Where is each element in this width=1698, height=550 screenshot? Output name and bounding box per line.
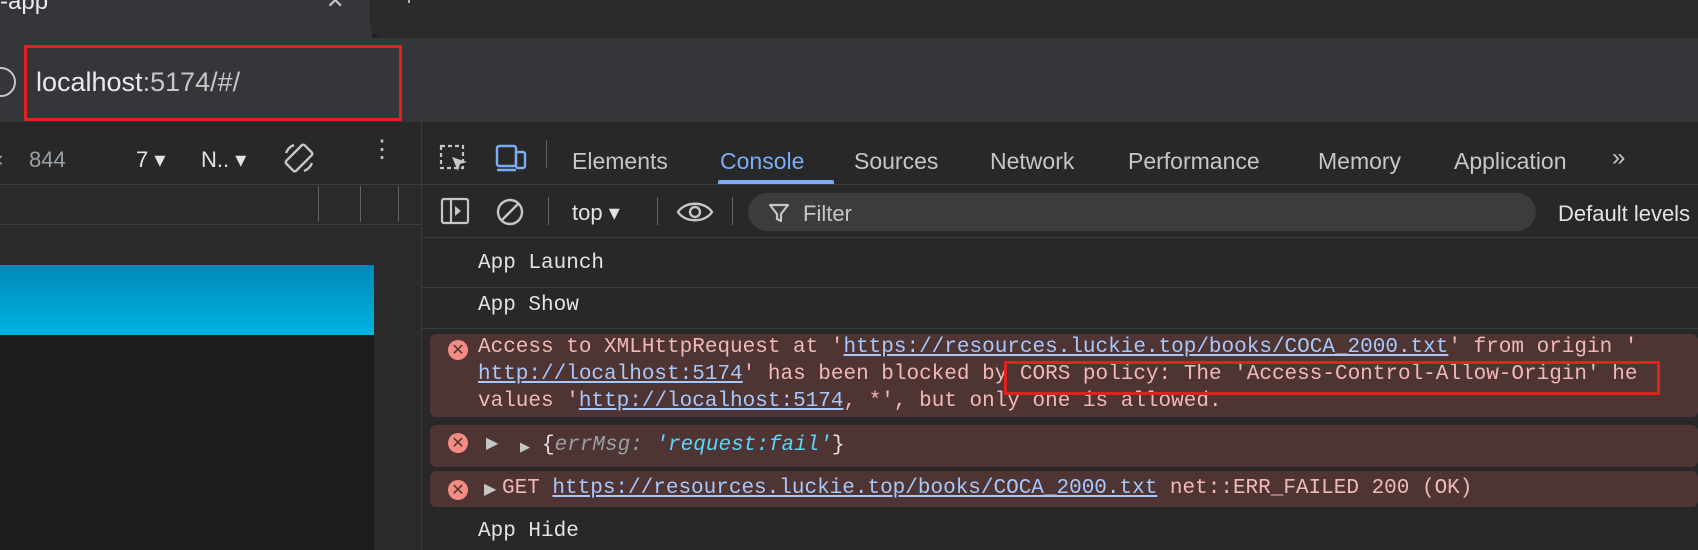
- context-select[interactable]: top ▾: [572, 200, 620, 226]
- network-throttle-select[interactable]: N.. ▾: [201, 147, 246, 173]
- filter-input[interactable]: [748, 193, 1536, 231]
- resource-link[interactable]: https://resources.luckie.top/books/COCA_…: [843, 336, 1448, 359]
- colon: :: [630, 434, 656, 457]
- object-key: errMsg: [554, 434, 631, 457]
- separator: [732, 197, 733, 225]
- active-tab-indicator: [718, 180, 834, 184]
- device-height-input[interactable]: 844: [29, 147, 66, 173]
- error-text: ' has been blocked: [742, 363, 983, 386]
- brace: }: [831, 434, 845, 457]
- tab-sources[interactable]: Sources: [854, 148, 938, 175]
- more-options-icon[interactable]: ⋮: [370, 138, 394, 162]
- clear-console-icon[interactable]: [495, 197, 525, 232]
- error-object[interactable]: {errMsg: 'request:fail'}: [542, 434, 845, 457]
- resource-link[interactable]: https://resources.luckie.top/books/COCA_…: [552, 477, 1157, 500]
- http-method: GET: [502, 477, 553, 500]
- ruler-tick: [360, 186, 361, 222]
- brace: {: [542, 434, 555, 457]
- error-text: values ': [478, 390, 579, 413]
- toggle-device-icon[interactable]: [494, 143, 528, 178]
- error-text: Access to XMLHttpRequest at ': [478, 336, 844, 359]
- network-error-line: GET https://resources.luckie.top/books/C…: [502, 477, 1472, 500]
- tab-close-icon[interactable]: ✕: [326, 0, 344, 14]
- filter-placeholder: Filter: [803, 201, 852, 226]
- log-levels-select[interactable]: Default levels: [1558, 201, 1690, 227]
- origin-link[interactable]: http://localhost:5174: [478, 363, 743, 386]
- cors-highlight-box: [1004, 361, 1660, 395]
- tab-console[interactable]: Console: [720, 148, 804, 175]
- separator: [546, 140, 547, 168]
- filter-icon: [768, 202, 790, 229]
- ruler-tick: [398, 186, 399, 222]
- console-message: App Show: [478, 294, 579, 317]
- expand-object-icon[interactable]: ▶: [520, 440, 530, 455]
- device-ruler: [0, 186, 421, 225]
- error-text: ' from origin ': [1448, 336, 1638, 359]
- rotate-icon[interactable]: [282, 141, 316, 180]
- tab-elements[interactable]: Elements: [572, 148, 668, 175]
- expand-triangle-icon[interactable]: ▶: [486, 433, 498, 452]
- ruler-tick: [318, 186, 319, 222]
- live-expression-eye-icon[interactable]: [676, 199, 714, 230]
- origin-link[interactable]: http://localhost:5174: [579, 390, 844, 413]
- new-tab-button[interactable]: +: [402, 0, 416, 12]
- show-sidebar-icon[interactable]: [440, 197, 470, 230]
- url-highlight-box: [24, 45, 402, 121]
- tab-performance[interactable]: Performance: [1128, 148, 1260, 175]
- tab-strip-empty: [370, 0, 1698, 38]
- expand-triangle-icon[interactable]: ▶: [484, 479, 496, 498]
- device-toolbar-chevron[interactable]: ‹: [0, 146, 3, 172]
- row-separator: [422, 287, 1698, 288]
- tab-network[interactable]: Network: [990, 148, 1074, 175]
- tab-title: -app: [0, 0, 49, 15]
- row-separator: [422, 328, 1698, 329]
- error-line-1: Access to XMLHttpRequest at 'https://res…: [478, 336, 1637, 359]
- tab-application[interactable]: Application: [1454, 148, 1567, 175]
- console-message: App Launch: [478, 252, 605, 275]
- object-value: 'request:fail': [655, 434, 832, 457]
- separator: [548, 197, 549, 225]
- more-tabs-icon[interactable]: »: [1612, 144, 1625, 172]
- tab-memory[interactable]: Memory: [1318, 148, 1401, 175]
- error-icon: ✕: [448, 433, 468, 453]
- browser-tab[interactable]: [0, 0, 372, 38]
- app-header-bar: [0, 265, 374, 335]
- device-zoom-select[interactable]: 7 ▾: [136, 147, 165, 173]
- error-status: net::ERR_FAILED 200 (OK): [1157, 477, 1473, 500]
- console-message: App Hide: [478, 520, 579, 543]
- error-icon: ✕: [448, 480, 468, 500]
- separator: [657, 197, 658, 225]
- inspect-element-icon[interactable]: [438, 143, 470, 180]
- error-icon: ✕: [448, 340, 468, 360]
